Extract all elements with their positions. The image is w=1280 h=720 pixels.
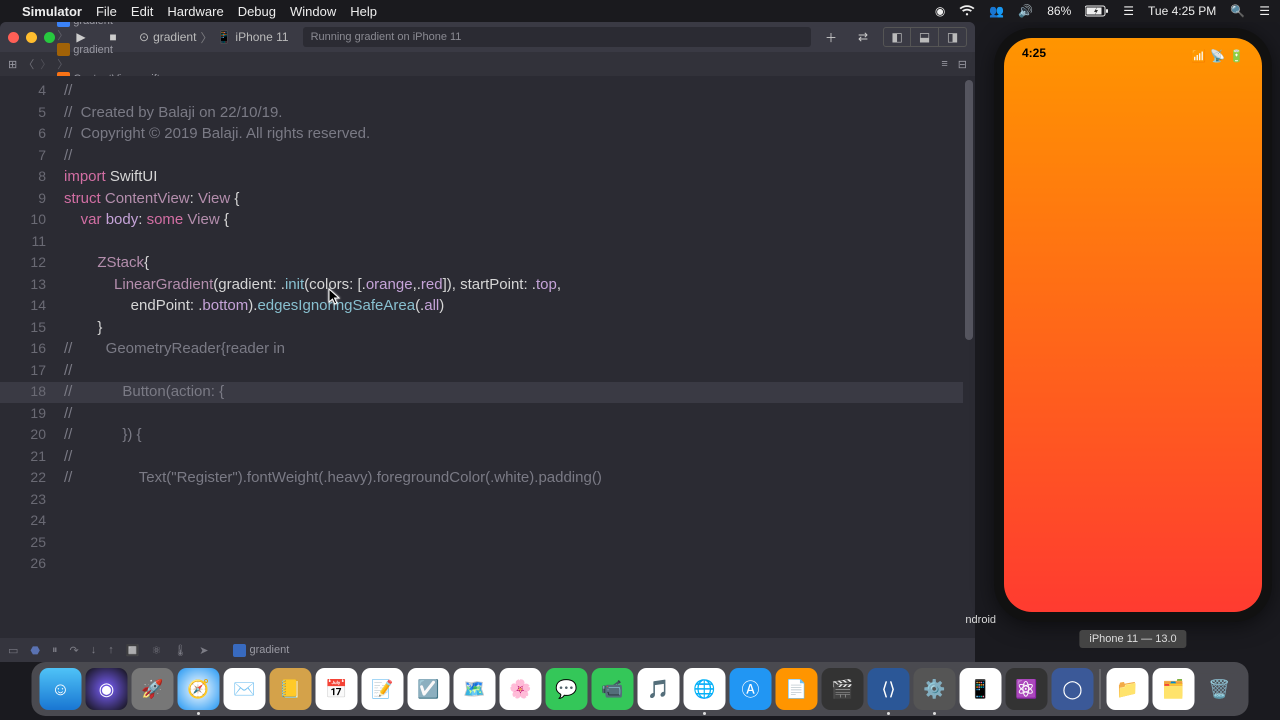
wifi-icon[interactable]: [959, 5, 975, 17]
dock-folder-icon[interactable]: 📁: [1107, 668, 1149, 710]
macos-menubar: Simulator File Edit Hardware Debug Window Hel…: [0, 0, 1280, 22]
jump-bar[interactable]: ⊞ 〈 〉 gradient〉gradient〉ContentView.swif…: [0, 52, 975, 76]
location-icon[interactable]: ➤: [199, 644, 208, 657]
spotlight-icon[interactable]: 🔍: [1230, 4, 1245, 18]
ios-simulator-window[interactable]: 4:25 📶 📡 🔋 iPhone 11 — 13.0: [994, 28, 1272, 622]
back-button[interactable]: 〈: [23, 56, 34, 72]
dock-trash-icon[interactable]: 🗑️: [1199, 668, 1241, 710]
hide-debug-icon[interactable]: ▭: [8, 644, 18, 657]
volume-icon[interactable]: 🔊: [1018, 4, 1033, 18]
dock-other-icon[interactable]: ◯: [1052, 668, 1094, 710]
panel-toggle-group: ◧ ⬓ ◨: [883, 27, 967, 47]
pause-icon[interactable]: ⏸: [52, 644, 58, 657]
dock-siri-icon[interactable]: ◉: [86, 668, 128, 710]
screenrec-icon[interactable]: ◉: [935, 4, 945, 18]
toggle-inspector-button[interactable]: ◨: [939, 27, 967, 47]
dock-folder2-icon[interactable]: 🗂️: [1153, 668, 1195, 710]
breakpoint-icon[interactable]: ⬣: [30, 644, 40, 657]
battery-icon: [1085, 5, 1109, 17]
dock-facetime-icon[interactable]: 📹: [592, 668, 634, 710]
dock-calendar-icon[interactable]: 📅: [316, 668, 358, 710]
activity-status: Running gradient on iPhone 11: [303, 27, 811, 47]
dock-contacts-icon[interactable]: 📒: [270, 668, 312, 710]
menubar-app-name[interactable]: Simulator: [22, 4, 82, 19]
dock-chrome-icon[interactable]: 🌐: [684, 668, 726, 710]
version-editor-button[interactable]: ⇄: [851, 27, 875, 47]
debug-bar: ▭ ⬣ ⏸ ↷ ↓ ↑ 🔲 ⚛ 🌡 ➤ gradient: [0, 638, 975, 662]
menu-edit[interactable]: Edit: [131, 4, 153, 19]
fold-icon: [57, 43, 70, 56]
dock-divider: [1100, 669, 1101, 709]
macos-dock[interactable]: ☺◉🚀🧭✉️📒📅📝☑️🗺️🌸💬📹🎵🌐Ⓐ📄🎬⟨⟩⚙️📱⚛️◯ 📁🗂️🗑️: [32, 662, 1249, 716]
dock-vscode-icon[interactable]: ⟨⟩: [868, 668, 910, 710]
dock-finalcut-icon[interactable]: 🎬: [822, 668, 864, 710]
dock-finder-icon[interactable]: ☺: [40, 668, 82, 710]
menubar-clock[interactable]: Tue 4:25 PM: [1148, 4, 1216, 18]
dock-safari-icon[interactable]: 🧭: [178, 668, 220, 710]
dock-maps-icon[interactable]: 🗺️: [454, 668, 496, 710]
ios-status-bar: 4:25 📶 📡 🔋: [1004, 46, 1262, 66]
menu-window[interactable]: Window: [290, 4, 336, 19]
window-traffic-lights[interactable]: [8, 32, 55, 43]
ios-time: 4:25: [1022, 46, 1046, 66]
dock-reminders-icon[interactable]: ☑️: [408, 668, 450, 710]
adjust-editor-icon[interactable]: ⊟: [958, 58, 967, 71]
notif-icon[interactable]: ☰: [1123, 4, 1134, 18]
scrollbar-thumb[interactable]: [965, 80, 973, 340]
crumb-gradient[interactable]: gradient: [57, 43, 160, 56]
ios-wifi-icon: 📡: [1210, 49, 1225, 63]
simulator-label: iPhone 11 — 13.0: [1079, 630, 1186, 648]
menu-help[interactable]: Help: [350, 4, 377, 19]
dock-launchpad-icon[interactable]: 🚀: [132, 668, 174, 710]
step-in-icon[interactable]: ↓: [91, 644, 97, 656]
ios-battery-icon: 🔋: [1229, 49, 1244, 63]
step-out-icon[interactable]: ↑: [108, 644, 114, 656]
dock-sysprefs-icon[interactable]: ⚙️: [914, 668, 956, 710]
users-icon[interactable]: 👥: [989, 4, 1004, 18]
dock-mail-icon[interactable]: ✉️: [224, 668, 266, 710]
battery-percent: 86%: [1047, 4, 1071, 18]
dock-appstore-icon[interactable]: Ⓐ: [730, 668, 772, 710]
menu-debug[interactable]: Debug: [238, 4, 276, 19]
ios-signal-icon: 📶: [1191, 49, 1206, 63]
code-editor[interactable]: 4567891011121314151617181920212223242526…: [0, 76, 975, 638]
debug-process[interactable]: gradient: [227, 644, 290, 657]
dock-photos-icon[interactable]: 🌸: [500, 668, 542, 710]
dock-atom-icon[interactable]: ⚛️: [1006, 668, 1048, 710]
view-debug-icon[interactable]: 🔲: [126, 644, 140, 657]
background-window-peek: ndroid: [965, 614, 996, 626]
menu-hardware[interactable]: Hardware: [167, 4, 223, 19]
related-items-icon[interactable]: ⊞: [8, 58, 17, 71]
crumb-gradient[interactable]: gradient: [57, 22, 160, 27]
simulator-screen[interactable]: 4:25 📶 📡 🔋: [1004, 38, 1262, 612]
dock-notes-icon[interactable]: 📝: [362, 668, 404, 710]
editor-options-icon[interactable]: ≡: [941, 58, 947, 71]
code-content[interactable]: //// Created by Balaji on 22/10/19.// Co…: [56, 76, 975, 489]
step-over-icon[interactable]: ↷: [70, 644, 79, 657]
menu-file[interactable]: File: [96, 4, 117, 19]
proj-icon: [57, 22, 70, 27]
env-override-icon[interactable]: 🌡: [173, 644, 187, 657]
add-button[interactable]: ＋: [819, 27, 843, 47]
toggle-debug-button[interactable]: ⬓: [911, 27, 939, 47]
dock-music-icon[interactable]: 🎵: [638, 668, 680, 710]
line-gutter: 4567891011121314151617181920212223242526: [0, 76, 56, 575]
forward-button[interactable]: 〉: [40, 56, 51, 72]
dock-android-icon[interactable]: 📱: [960, 668, 1002, 710]
memory-graph-icon[interactable]: ⚛: [151, 644, 161, 657]
xcode-window: ▶ ■ ⊙gradient〉📱iPhone 11 Running gradien…: [0, 22, 975, 662]
dock-pages-icon[interactable]: 📄: [776, 668, 818, 710]
toggle-navigator-button[interactable]: ◧: [883, 27, 911, 47]
dock-messages-icon[interactable]: 💬: [546, 668, 588, 710]
controlcenter-icon[interactable]: ☰: [1259, 4, 1270, 18]
